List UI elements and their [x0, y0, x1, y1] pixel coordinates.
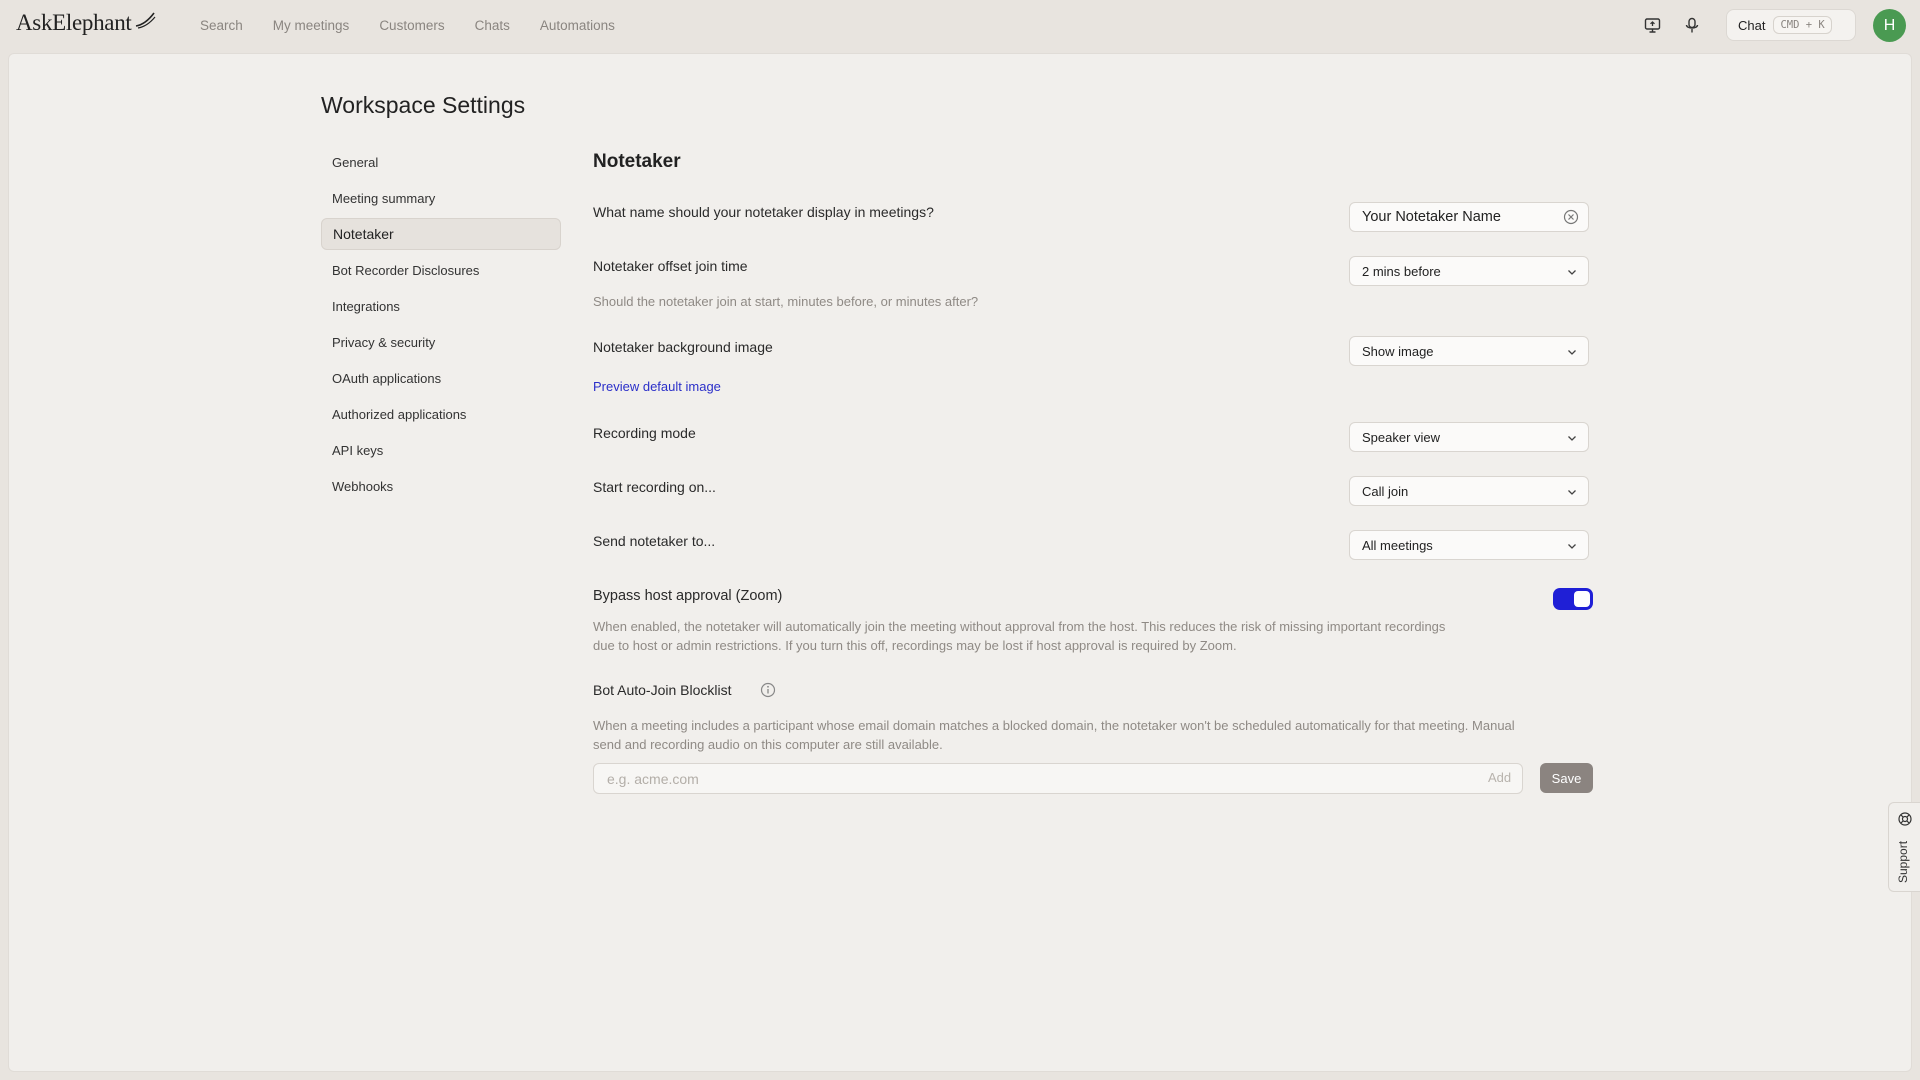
chat-label: Chat [1738, 17, 1766, 33]
logo-text: AskElephant [16, 10, 132, 35]
nav-my-meetings[interactable]: My meetings [273, 18, 350, 33]
microphone-icon[interactable] [1681, 14, 1703, 36]
sidebar-item-authorized-applications[interactable]: Authorized applications [321, 398, 561, 430]
main-nav: Search My meetings Customers Chats Autom… [200, 0, 645, 50]
blocklist-description-2: send and recording audio on this compute… [593, 737, 943, 752]
start-recording-select[interactable]: Call join [1349, 476, 1589, 506]
section-title: Notetaker [593, 151, 681, 172]
recording-mode-select[interactable]: Speaker view [1349, 422, 1589, 452]
sidebar-item-oauth-applications[interactable]: OAuth applications [321, 362, 561, 394]
blocklist-description-1: When a meeting includes a participant wh… [593, 718, 1515, 733]
avatar[interactable]: H [1873, 9, 1906, 42]
blocklist-label: Bot Auto-Join Blocklist [593, 682, 732, 698]
bypass-host-toggle[interactable] [1553, 588, 1593, 610]
clear-icon[interactable] [1563, 209, 1579, 225]
sidebar-item-api-keys[interactable]: API keys [321, 434, 561, 466]
support-label: Support [1896, 840, 1910, 883]
save-button[interactable]: Save [1540, 763, 1593, 793]
chevron-down-icon [1568, 544, 1576, 549]
nav-search[interactable]: Search [200, 18, 243, 33]
main-panel: Workspace Settings General Meeting summa… [8, 53, 1912, 1072]
start-recording-value: Call join [1362, 483, 1409, 499]
bypass-host-description-2: due to host or admin restrictions. If yo… [593, 638, 1237, 653]
chat-shortcut: CMD + K [1773, 16, 1832, 34]
chevron-down-icon [1568, 436, 1576, 441]
start-recording-label: Start recording on... [593, 479, 716, 495]
notetaker-name-value: Your Notetaker Name [1362, 209, 1501, 225]
chevron-down-icon [1568, 270, 1576, 275]
chat-button[interactable]: Chat CMD + K [1726, 9, 1856, 41]
offset-join-select[interactable]: 2 mins before [1349, 256, 1589, 286]
background-image-select[interactable]: Show image [1349, 336, 1589, 366]
send-to-label: Send notetaker to... [593, 533, 716, 549]
offset-join-label: Notetaker offset join time [593, 258, 748, 274]
nav-chats[interactable]: Chats [475, 18, 510, 33]
support-icon [1898, 812, 1912, 826]
nav-automations[interactable]: Automations [540, 18, 615, 33]
elephant-tusk-icon [135, 12, 155, 29]
blocklist-domain-input[interactable] [593, 763, 1523, 794]
send-to-value: All meetings [1362, 537, 1433, 553]
chevron-down-icon [1568, 350, 1576, 355]
toggle-knob [1574, 591, 1590, 607]
notetaker-name-input[interactable]: Your Notetaker Name [1349, 202, 1589, 232]
settings-sidebar: General Meeting summary Notetaker Bot Re… [321, 146, 561, 506]
recording-mode-value: Speaker view [1362, 429, 1441, 445]
offset-join-description: Should the notetaker join at start, minu… [593, 294, 979, 309]
app-logo[interactable]: AskElephant [16, 10, 156, 36]
send-to-select[interactable]: All meetings [1349, 530, 1589, 560]
sidebar-item-webhooks[interactable]: Webhooks [321, 470, 561, 502]
display-name-label: What name should your notetaker display … [593, 204, 934, 220]
chevron-down-icon [1568, 490, 1576, 495]
sidebar-item-notetaker[interactable]: Notetaker [321, 218, 561, 250]
sidebar-item-integrations[interactable]: Integrations [321, 290, 561, 322]
monitor-icon[interactable] [1641, 14, 1663, 36]
page-title: Workspace Settings [321, 92, 526, 118]
sidebar-item-privacy-security[interactable]: Privacy & security [321, 326, 561, 358]
info-icon[interactable] [760, 682, 776, 698]
nav-customers[interactable]: Customers [379, 18, 444, 33]
background-image-value: Show image [1362, 343, 1434, 359]
support-tab[interactable]: Support [1888, 802, 1920, 892]
preview-default-image-link[interactable]: Preview default image [593, 379, 721, 394]
offset-join-value: 2 mins before [1362, 263, 1441, 279]
add-domain-button[interactable]: Add [1488, 770, 1511, 785]
sidebar-item-meeting-summary[interactable]: Meeting summary [321, 182, 561, 214]
bypass-host-label: Bypass host approval (Zoom) [593, 588, 783, 604]
sidebar-item-bot-recorder-disclosures[interactable]: Bot Recorder Disclosures [321, 254, 561, 286]
bypass-host-description-1: When enabled, the notetaker will automat… [593, 619, 1446, 634]
background-image-label: Notetaker background image [593, 339, 773, 355]
recording-mode-label: Recording mode [593, 425, 696, 441]
top-bar: AskElephant Search My meetings Customers… [0, 0, 1920, 53]
sidebar-item-general[interactable]: General [321, 146, 561, 178]
